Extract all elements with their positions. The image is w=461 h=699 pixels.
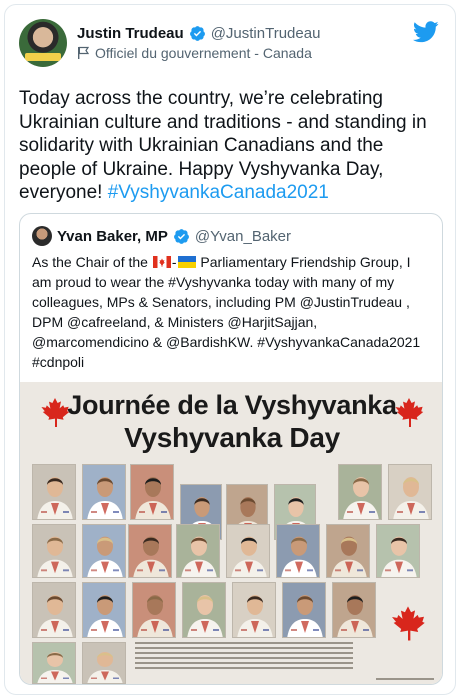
portrait-photo — [226, 524, 270, 578]
quoted-text-rest: Parliamentary Friendship Group, I am pro… — [32, 254, 421, 370]
portrait-photo — [376, 524, 420, 578]
quoted-author-handle[interactable]: @Yvan_Baker — [195, 228, 291, 245]
maple-leaf-icon — [41, 398, 70, 427]
tweet-body: Today across the country, we’re celebrat… — [19, 87, 443, 205]
portrait-photo — [32, 464, 76, 520]
portrait-photo — [82, 582, 126, 638]
quoted-author-name[interactable]: Yvan Baker, MP — [57, 228, 168, 245]
verified-badge-icon — [173, 228, 189, 244]
portrait-photo — [32, 582, 76, 638]
portrait-photo — [332, 582, 376, 638]
quoted-tweet-header: Yvan Baker, MP @Yvan_Baker — [32, 226, 291, 246]
maple-leaf-icon — [395, 398, 424, 427]
government-label-text: Officiel du gouvernement - Canada — [95, 45, 312, 61]
portrait-photo — [32, 524, 76, 578]
portrait-photo — [282, 582, 326, 638]
portrait-photo — [132, 582, 176, 638]
hashtag-link[interactable]: #VyshyvankaCanada2021 — [108, 182, 329, 203]
poster-title-english: Vyshyvanka Day — [124, 422, 340, 453]
government-label: Officiel du gouvernement - Canada — [77, 45, 312, 61]
portrait-photo — [128, 524, 172, 578]
portrait-photo — [388, 464, 432, 520]
twitter-bird-icon[interactable] — [413, 21, 439, 43]
verified-badge-icon — [189, 26, 205, 41]
poster-credits — [135, 642, 353, 672]
portrait-photo — [32, 642, 76, 684]
tweet-card[interactable]: Justin Trudeau @JustinTrudeau Officiel d… — [4, 4, 456, 695]
portrait-photo — [276, 524, 320, 578]
author-handle[interactable]: @JustinTrudeau — [211, 25, 321, 42]
tweet-header: Justin Trudeau @JustinTrudeau Officiel d… — [19, 19, 441, 75]
portrait-photo — [326, 524, 370, 578]
avatar-badge — [25, 53, 61, 61]
portrait-photo — [232, 582, 276, 638]
portrait-photo — [338, 464, 382, 520]
portrait-photo — [130, 464, 174, 520]
portrait-photo — [82, 464, 126, 520]
maple-leaf-icon — [392, 606, 425, 641]
ukraine-flag-icon — [177, 256, 196, 268]
flag-icon — [78, 46, 90, 59]
canada-flag-icon — [152, 256, 171, 268]
author-name-row: Justin Trudeau @JustinTrudeau — [77, 25, 320, 42]
quoted-tweet-text: As the Chair of the - Parliamentary Frie… — [32, 254, 421, 370]
portrait-photo — [82, 524, 126, 578]
quoted-author-avatar[interactable] — [32, 226, 52, 246]
vyshyvanka-poster-image[interactable]: Journée de la Vyshyvanka Vyshyvanka Day — [20, 382, 442, 684]
poster-title-french: Journée de la Vyshyvanka — [67, 390, 397, 420]
portrait-photo — [82, 642, 126, 684]
portrait-photo — [182, 582, 226, 638]
quoted-tweet[interactable]: Yvan Baker, MP @Yvan_Baker As the Chair … — [19, 213, 443, 685]
poster-footnote — [376, 678, 434, 680]
author-name[interactable]: Justin Trudeau — [77, 25, 184, 42]
portrait-photo — [176, 524, 220, 578]
author-avatar[interactable] — [19, 19, 67, 67]
quoted-text-start: As the Chair of the — [32, 254, 152, 270]
